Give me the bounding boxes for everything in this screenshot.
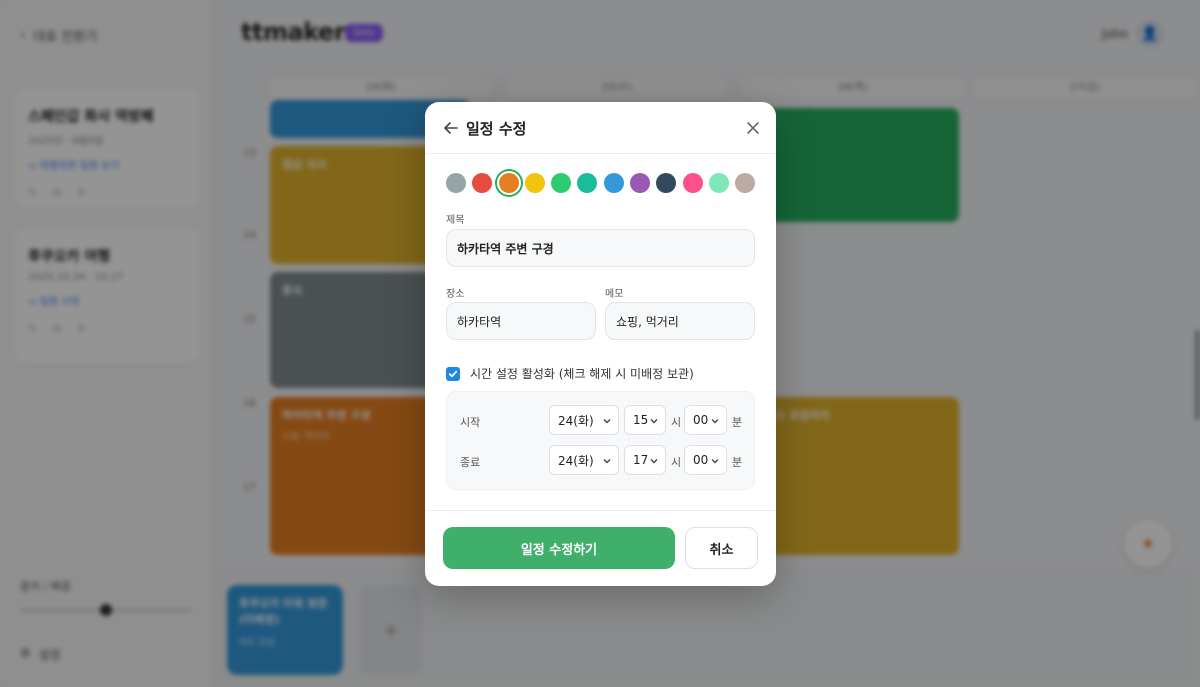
- chevron-down-icon: [711, 419, 719, 424]
- checkmark-icon: [448, 370, 458, 377]
- modal-header: 일정 수정: [425, 102, 776, 154]
- time-toggle-label: 시간 설정 활성화 (체크 해제 시 미배정 보관): [470, 367, 694, 381]
- end-label: 종료: [460, 456, 481, 469]
- hour-unit: 시: [671, 456, 682, 469]
- cancel-button[interactable]: 취소: [685, 527, 758, 569]
- edit-event-modal: 일정 수정 제목 장소 메모 시간 설정 활성화 (체크 해제 시 미배정 보관…: [425, 102, 776, 586]
- minute-unit: 분: [732, 416, 743, 429]
- time-settings-panel: 시작 24(화) 15 시 00 분 종료 24(화) 17 시 00 분: [446, 391, 755, 490]
- title-input[interactable]: [446, 229, 755, 267]
- arrow-left-icon[interactable]: [441, 118, 461, 138]
- memo-label: 메모: [605, 289, 624, 300]
- color-swatch[interactable]: [551, 173, 572, 193]
- location-label: 장소: [446, 289, 465, 300]
- location-input[interactable]: [446, 302, 596, 340]
- color-swatch[interactable]: [682, 173, 703, 193]
- time-toggle-checkbox[interactable]: [446, 366, 460, 381]
- chevron-down-icon: [711, 459, 719, 464]
- close-icon[interactable]: [744, 119, 762, 137]
- title-label: 제목: [446, 215, 465, 226]
- start-hour-select[interactable]: 15: [624, 405, 666, 435]
- color-swatch[interactable]: [630, 173, 651, 193]
- memo-input[interactable]: [605, 302, 755, 340]
- chevron-down-icon: [603, 419, 611, 424]
- color-swatch[interactable]: [603, 173, 624, 193]
- start-minute-select[interactable]: 00: [684, 405, 727, 435]
- color-swatch[interactable]: [472, 173, 493, 193]
- end-minute-select[interactable]: 00: [684, 445, 727, 475]
- end-hour-select[interactable]: 17: [624, 445, 666, 475]
- save-event-button[interactable]: 일정 수정하기: [443, 527, 675, 569]
- color-swatch[interactable]: [577, 173, 598, 193]
- start-label: 시작: [460, 416, 481, 429]
- end-day-select[interactable]: 24(화): [549, 445, 619, 475]
- time-toggle-row: 시간 설정 활성화 (체크 해제 시 미배정 보관): [446, 365, 694, 382]
- chevron-down-icon: [650, 419, 658, 424]
- chevron-down-icon: [650, 459, 658, 464]
- color-picker: [446, 173, 756, 193]
- color-swatch[interactable]: [735, 173, 756, 193]
- color-swatch[interactable]: [524, 173, 545, 193]
- start-day-select[interactable]: 24(화): [549, 405, 619, 435]
- minute-unit: 분: [732, 456, 743, 469]
- color-swatch[interactable]: [446, 173, 466, 193]
- chevron-down-icon: [603, 459, 611, 464]
- footer-divider: [425, 510, 776, 511]
- modal-title: 일정 수정: [466, 120, 527, 138]
- color-swatch[interactable]: [656, 173, 677, 193]
- color-swatch[interactable]: [708, 173, 729, 193]
- color-swatch[interactable]: [498, 173, 519, 193]
- hour-unit: 시: [671, 416, 682, 429]
